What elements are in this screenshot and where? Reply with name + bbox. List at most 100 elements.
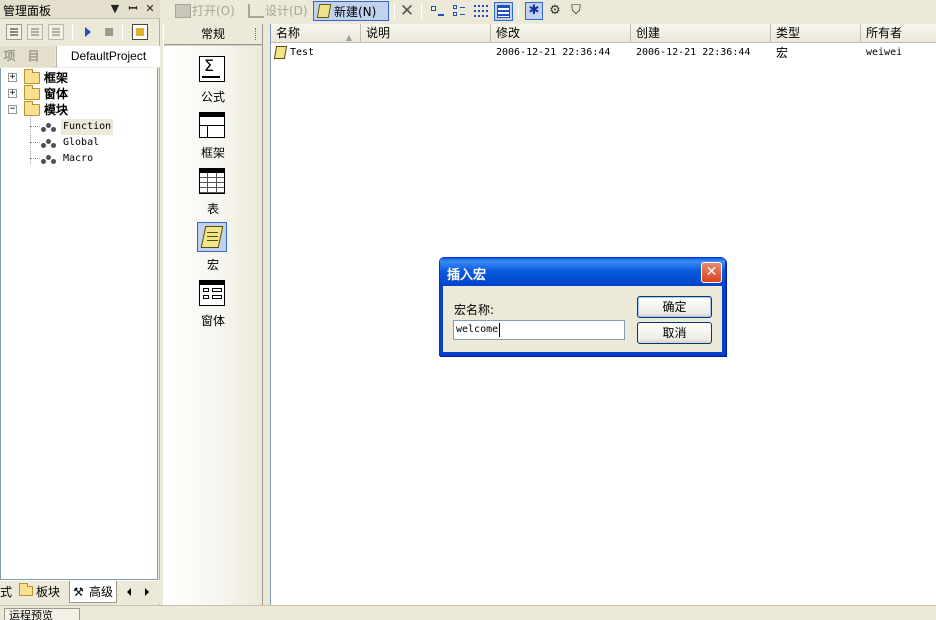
folder-icon (24, 85, 40, 100)
folder-icon (24, 69, 40, 84)
table-icon (197, 166, 227, 196)
dialog-body: 宏名称: welcome 确定 取消 (440, 286, 725, 355)
column-header-created[interactable]: 创建 (631, 24, 771, 42)
relationships-icon[interactable]: ⛉ (568, 3, 584, 19)
scroll-right-icon[interactable] (145, 588, 149, 596)
object-type-label: 宏 (206, 258, 219, 272)
toolbar-separator (122, 24, 123, 40)
dialog-titlebar[interactable]: 插入宏 ✕ (440, 258, 725, 286)
frame-icon (197, 110, 227, 140)
project-tree: + 框架 + 窗体 − 模块 Function Global Macro (0, 68, 158, 580)
tree-item-label: 窗体 (44, 87, 69, 101)
form-icon (197, 278, 227, 308)
cell-created: 2006-12-21 22:36:44 (636, 47, 751, 58)
details-view-icon[interactable] (494, 2, 513, 21)
large-icons-icon[interactable] (429, 3, 445, 19)
deploy-icon[interactable] (132, 24, 148, 40)
ok-button[interactable]: 确定 (637, 296, 712, 318)
dialog-title: 插入宏 (447, 268, 487, 283)
collapse-icon[interactable]: − (8, 105, 17, 114)
module-icon (41, 121, 57, 133)
list-view-icon[interactable] (473, 3, 489, 19)
open-button[interactable]: 打开(O) (172, 1, 240, 21)
folder-icon (19, 583, 33, 596)
tab-default-project[interactable]: DefaultProject (56, 46, 160, 67)
module-icon (41, 137, 57, 149)
design-icon (248, 4, 264, 18)
tree-item-label: 框架 (44, 71, 69, 85)
formula-icon: Σ (197, 54, 227, 84)
grip-icon (255, 28, 258, 40)
print-icon[interactable] (48, 24, 64, 40)
object-type-label: 窗体 (200, 314, 225, 328)
list-header: 名称 ▲ 说明 修改 创建 类型 所有者 (271, 24, 936, 43)
macro-scroll-icon (273, 46, 288, 59)
run-icon[interactable] (85, 27, 91, 37)
module-icon (41, 153, 57, 165)
panel-dropdown-icon[interactable]: ▼ (108, 1, 122, 17)
column-header-modified[interactable]: 修改 (491, 24, 631, 42)
design-button[interactable]: 设计(D) (245, 1, 311, 21)
macro-name-label: 宏名称: (454, 303, 495, 317)
stop-icon[interactable] (105, 28, 113, 36)
object-type-form[interactable]: 窗体 (164, 274, 262, 330)
object-type-table[interactable]: 表 (164, 162, 262, 218)
object-type-macro[interactable]: 宏 (164, 218, 262, 274)
expand-icon[interactable]: + (8, 89, 17, 98)
toolbar-separator (72, 24, 73, 40)
new-button-label: 新建(N) (334, 5, 377, 19)
object-type-list: Σ 公式 框架 表 宏 窗体 (164, 46, 262, 605)
cell-description (366, 44, 486, 62)
cancel-button[interactable]: 取消 (637, 322, 712, 344)
close-icon[interactable]: ✕ (701, 262, 722, 283)
cell-modified: 2006-12-21 22:36:44 (496, 47, 611, 58)
small-icons-icon[interactable] (451, 3, 467, 19)
column-header-owner[interactable]: 所有者 (861, 24, 936, 42)
tree-item-label: Global (63, 137, 100, 148)
panel-tabs: 项目 DefaultProject (0, 46, 160, 67)
scroll-icon (316, 4, 332, 18)
panel-toolbar (0, 21, 160, 43)
tab-project[interactable]: 项目 (0, 46, 55, 67)
tree-item-frames[interactable]: + 框架 (1, 69, 151, 86)
properties-icon[interactable] (6, 24, 22, 40)
cell-name[interactable]: Test (273, 44, 361, 62)
tab-formula-partial[interactable]: 式 (0, 581, 14, 603)
expand-icon[interactable]: + (8, 73, 17, 82)
settings-icon[interactable]: ✱ (525, 2, 543, 20)
tree-item-function[interactable]: Function (1, 119, 151, 135)
tab-advanced-label: 高级 (89, 585, 114, 599)
macro-name-input[interactable]: welcome (453, 320, 625, 340)
tree-item-global[interactable]: Global (1, 135, 151, 151)
new-button[interactable]: 新建(N) (313, 1, 389, 21)
open-button-label: 打开(O) (192, 4, 235, 18)
panel-close-icon[interactable]: ✕ (143, 1, 157, 17)
tools-icon: ⚒ (73, 585, 84, 599)
scroll-left-icon[interactable] (127, 588, 131, 596)
tree-item-macro[interactable]: Macro (1, 151, 151, 167)
object-group-header[interactable]: 常规 (164, 24, 262, 45)
column-header-name[interactable]: 名称 ▲ (271, 24, 361, 42)
tree-item-modules[interactable]: − 模块 (1, 101, 151, 118)
tab-advanced[interactable]: ⚒ 高级 (69, 581, 118, 603)
macro-scroll-icon (197, 222, 227, 252)
status-tab[interactable]: 运程预览 (4, 608, 80, 620)
tree-item-forms[interactable]: + 窗体 (1, 85, 151, 102)
panel-pin-icon[interactable]: ꟷ (126, 1, 140, 17)
design-button-label: 设计(D) (265, 4, 308, 18)
tree-item-label: Macro (63, 153, 94, 164)
tab-blocks-label: 板块 (36, 585, 61, 599)
tab-blocks[interactable]: 板块 (18, 581, 60, 603)
folder-open-icon (24, 101, 40, 116)
object-type-formula[interactable]: Σ 公式 (164, 50, 262, 106)
column-header-type[interactable]: 类型 (771, 24, 861, 42)
view-icon[interactable] (27, 24, 43, 40)
management-panel: 管理面板 ▼ ꟷ ✕ 项目 DefaultProject + 框架 + 窗体 −… (0, 0, 160, 605)
column-header-description[interactable]: 说明 (361, 24, 491, 42)
cell-owner: weiwei (866, 47, 903, 58)
gear-icon[interactable]: ⚙ (547, 3, 563, 19)
object-type-label: 公式 (200, 90, 225, 104)
delete-icon[interactable]: ✕ (399, 3, 415, 20)
object-type-frame[interactable]: 框架 (164, 106, 262, 162)
object-bar: 常规 Σ 公式 框架 表 宏 窗体 (163, 24, 263, 605)
